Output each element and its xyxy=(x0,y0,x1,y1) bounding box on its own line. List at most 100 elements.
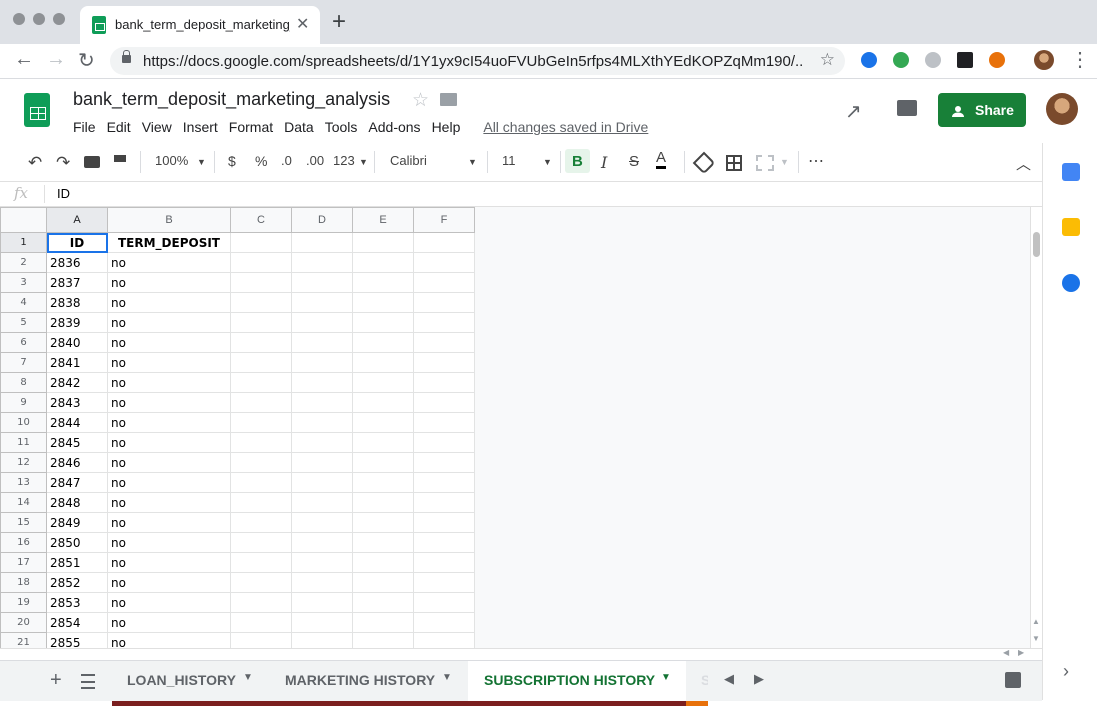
cell[interactable] xyxy=(413,432,475,453)
cell[interactable] xyxy=(230,272,292,293)
cell[interactable] xyxy=(413,312,475,333)
maximize-window-dot[interactable] xyxy=(53,13,65,25)
borders-icon[interactable] xyxy=(726,155,742,171)
extension-orange-icon[interactable] xyxy=(989,52,1005,68)
cell[interactable] xyxy=(291,592,353,613)
print-icon[interactable] xyxy=(84,156,100,168)
font-size-select[interactable]: 11 xyxy=(502,153,516,168)
sheet-tab-dropdown-icon[interactable]: ▼ xyxy=(442,672,452,683)
cell[interactable] xyxy=(230,592,292,613)
sheet-tab-partial[interactable]: S xyxy=(686,661,708,706)
cell[interactable]: no xyxy=(107,532,231,553)
cell[interactable] xyxy=(230,492,292,513)
redo-icon[interactable]: ↷ xyxy=(56,153,70,173)
row-header[interactable]: 9 xyxy=(0,392,47,413)
cell[interactable] xyxy=(230,412,292,433)
cell[interactable]: TERM_DEPOSIT xyxy=(107,232,231,253)
cell[interactable] xyxy=(352,372,414,393)
cell[interactable]: 2848 xyxy=(46,492,108,513)
cell[interactable] xyxy=(291,572,353,593)
cell[interactable] xyxy=(291,252,353,273)
row-header[interactable]: 5 xyxy=(0,312,47,333)
sheet-tab-dropdown-icon[interactable]: ▼ xyxy=(243,672,253,683)
column-header-d[interactable]: D xyxy=(291,207,353,233)
cell[interactable]: 2846 xyxy=(46,452,108,473)
cell[interactable] xyxy=(291,532,353,553)
cell[interactable]: no xyxy=(107,312,231,333)
cell[interactable] xyxy=(352,632,414,648)
user-avatar[interactable] xyxy=(1046,93,1078,125)
cell[interactable] xyxy=(413,252,475,273)
cell[interactable] xyxy=(230,472,292,493)
menu-tools[interactable]: Tools xyxy=(325,119,358,135)
cell[interactable] xyxy=(413,512,475,533)
extension-video-icon[interactable] xyxy=(861,52,877,68)
row-header[interactable]: 2 xyxy=(0,252,47,273)
close-window-dot[interactable] xyxy=(13,13,25,25)
column-header-c[interactable]: C xyxy=(230,207,292,233)
zoom-select[interactable]: 100% xyxy=(155,153,188,168)
scroll-down-icon[interactable]: ▼ xyxy=(1032,634,1040,643)
sheets-logo-icon[interactable] xyxy=(24,93,50,127)
cell[interactable]: no xyxy=(107,252,231,273)
font-size-dropdown-icon[interactable]: ▼ xyxy=(543,157,552,167)
undo-icon[interactable]: ↶ xyxy=(28,153,42,173)
cell[interactable]: 2843 xyxy=(46,392,108,413)
fill-color-icon[interactable] xyxy=(692,151,716,175)
row-header[interactable]: 13 xyxy=(0,472,47,493)
cell[interactable]: 2838 xyxy=(46,292,108,313)
cell[interactable] xyxy=(230,372,292,393)
save-status-link[interactable]: All changes saved in Drive xyxy=(483,119,648,135)
cell[interactable] xyxy=(413,472,475,493)
extension-circle-icon[interactable] xyxy=(925,52,941,68)
cell[interactable]: 2839 xyxy=(46,312,108,333)
share-button[interactable]: Share xyxy=(938,93,1026,127)
row-header[interactable]: 14 xyxy=(0,492,47,513)
sheet-tab-marketing-history[interactable]: MARKETING HISTORY ▼ xyxy=(270,661,468,706)
cell[interactable] xyxy=(413,552,475,573)
cell[interactable] xyxy=(413,392,475,413)
row-header[interactable]: 6 xyxy=(0,332,47,353)
folder-icon[interactable] xyxy=(440,93,457,106)
cell[interactable]: no xyxy=(107,592,231,613)
cell[interactable] xyxy=(291,352,353,373)
cell[interactable] xyxy=(413,412,475,433)
menu-insert[interactable]: Insert xyxy=(183,119,218,135)
cell[interactable] xyxy=(291,372,353,393)
cell[interactable] xyxy=(230,612,292,633)
cell[interactable]: 2853 xyxy=(46,592,108,613)
scroll-right-icon[interactable]: ▶ xyxy=(1018,648,1024,657)
cell[interactable] xyxy=(413,612,475,633)
bookmark-star-icon[interactable]: ☆ xyxy=(820,50,835,70)
cell[interactable] xyxy=(352,432,414,453)
new-tab-icon[interactable]: + xyxy=(332,8,346,36)
cell[interactable] xyxy=(352,472,414,493)
column-header-f[interactable]: F xyxy=(413,207,475,233)
cell[interactable]: 2854 xyxy=(46,612,108,633)
url-bar[interactable]: https://docs.google.com/spreadsheets/d/1… xyxy=(110,47,845,75)
back-icon[interactable]: ← xyxy=(14,48,34,71)
cell[interactable]: 2841 xyxy=(46,352,108,373)
calendar-icon[interactable] xyxy=(1062,163,1080,181)
scroll-left-icon[interactable]: ◀ xyxy=(1003,648,1009,657)
cell[interactable] xyxy=(352,252,414,273)
cell[interactable]: no xyxy=(107,392,231,413)
cell[interactable] xyxy=(230,452,292,473)
sheet-tab-loan-history[interactable]: LOAN_HISTORY ▼ xyxy=(112,661,270,706)
row-header[interactable]: 17 xyxy=(0,552,47,573)
comments-icon[interactable] xyxy=(897,100,917,116)
row-header[interactable]: 1 xyxy=(0,232,47,253)
cell[interactable] xyxy=(291,452,353,473)
row-header[interactable]: 21 xyxy=(0,632,47,648)
cell[interactable] xyxy=(230,232,292,253)
cell[interactable] xyxy=(291,612,353,633)
tasks-icon[interactable] xyxy=(1062,274,1080,292)
browser-profile-avatar[interactable] xyxy=(1034,50,1054,70)
cell[interactable]: no xyxy=(107,292,231,313)
cell[interactable] xyxy=(230,252,292,273)
cell[interactable]: 2837 xyxy=(46,272,108,293)
cell[interactable] xyxy=(413,352,475,373)
row-header[interactable]: 4 xyxy=(0,292,47,313)
cell[interactable] xyxy=(230,312,292,333)
row-header[interactable]: 18 xyxy=(0,572,47,593)
